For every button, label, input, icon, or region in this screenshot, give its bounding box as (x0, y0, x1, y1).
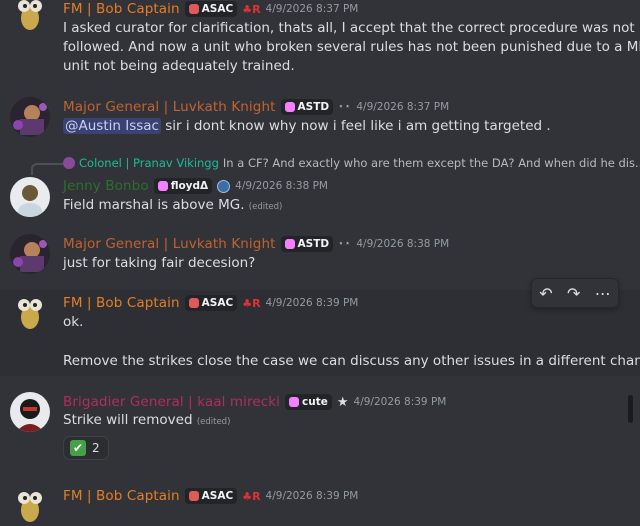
timestamp[interactable]: 4/9/2026 8:37 PM (356, 101, 449, 113)
tag-label: ASAC (201, 490, 234, 502)
tag-label: ASTD (297, 238, 330, 250)
reply-preview[interactable]: Colonel | Pranav Vikingg In a CF? And ex… (63, 156, 640, 170)
avatar[interactable] (10, 177, 50, 217)
more-options-icon[interactable]: ⋯ (595, 284, 611, 303)
message-body: sir i dont know why now i feel like i am… (160, 118, 551, 134)
username[interactable]: Major General | Luvkath Knight (63, 99, 276, 115)
avatar[interactable] (10, 293, 50, 333)
timestamp[interactable]: 4/9/2026 8:39 PM (266, 297, 359, 309)
star-badge: ⋆⋆ (338, 102, 352, 112)
message-line: followed. And now a unit who broken seve… (63, 39, 640, 55)
avatar[interactable] (10, 392, 50, 432)
user-mention[interactable]: @Austin Issac (63, 118, 161, 134)
timestamp[interactable]: 4/9/2026 8:39 PM (354, 396, 447, 408)
username[interactable]: FM | Bob Captain (63, 1, 180, 17)
forward-icon[interactable]: ↷ (567, 284, 580, 303)
avatar[interactable] (10, 486, 50, 526)
reply-avatar-icon (63, 157, 75, 169)
message-line: Remove the strikes close the case we can… (63, 353, 640, 369)
reply-icon[interactable]: ↶ (539, 284, 552, 303)
reply-username[interactable]: Colonel | Pranav Vikingg (79, 156, 219, 170)
reaction-count: 2 (92, 441, 100, 455)
check-mark-icon: ✔ (70, 440, 86, 456)
tag-icon (188, 298, 199, 308)
message-line: I asked curator for clarification, thats… (63, 20, 635, 36)
heart-icon (157, 181, 168, 191)
avatar[interactable] (10, 0, 50, 34)
tag-label: ASAC (201, 3, 234, 15)
timestamp[interactable]: 4/9/2026 8:39 PM (266, 490, 359, 502)
badge: ♣R (242, 296, 261, 310)
timestamp[interactable]: 4/9/2026 8:38 PM (356, 238, 449, 250)
message-text: Field marshal is above MG. (edited) (63, 196, 282, 217)
username[interactable]: FM | Bob Captain (63, 295, 180, 311)
tag-label: ASAC (201, 297, 234, 309)
username[interactable]: FM | Bob Captain (63, 488, 180, 504)
tag-icon (188, 491, 199, 501)
message-line: unit not being adequately trained. (63, 58, 295, 74)
username[interactable]: Major General | Luvkath Knight (63, 236, 276, 252)
heart-icon (289, 397, 300, 407)
role-tag[interactable]: ASTD (280, 99, 334, 115)
heart-icon (284, 239, 295, 249)
message-body: Field marshal is above MG. (63, 197, 245, 213)
star-badge: ⋆⋆ (338, 239, 352, 249)
tag-label: floydΔ (170, 180, 209, 192)
message-text: just for taking fair decesion? (63, 255, 256, 271)
star-icon: ★ (336, 394, 349, 410)
role-tag[interactable]: floydΔ (153, 178, 213, 194)
badge: ♣R (242, 2, 261, 16)
edited-label: (edited) (196, 417, 231, 427)
username[interactable]: Brigadier General | kaal mirecki (63, 394, 280, 410)
tag-label: cute (302, 396, 328, 408)
heart-icon (284, 102, 295, 112)
role-tag[interactable]: ASAC (184, 488, 238, 504)
edited-label: (edited) (248, 202, 283, 212)
clan-icon (217, 179, 231, 193)
reply-text: In a CF? And exactly who are them except… (222, 156, 640, 170)
role-tag[interactable]: ASAC (184, 295, 238, 311)
avatar[interactable] (10, 234, 50, 274)
reaction-chip[interactable]: ✔ 2 (63, 436, 109, 460)
message-action-toolbar: ↶ ↷ ⋯ (531, 278, 619, 308)
message-text: @Austin Issac sir i dont know why now i … (63, 117, 551, 136)
reply-connector (31, 163, 63, 175)
message-body: Strike will removed (63, 412, 193, 428)
message-text: Strike will removed (edited) (63, 411, 230, 432)
timestamp[interactable]: 4/9/2026 8:38 PM (235, 180, 328, 192)
avatar[interactable] (10, 97, 50, 137)
tag-label: ASTD (297, 101, 330, 113)
tag-icon (188, 4, 199, 14)
role-tag[interactable]: ASAC (184, 1, 238, 17)
role-tag[interactable]: ASTD (280, 236, 334, 252)
scrollbar-thumb[interactable] (628, 395, 633, 423)
message-line: ok. (63, 314, 84, 330)
username[interactable]: Jenny Bonbo (63, 178, 149, 194)
timestamp[interactable]: 4/9/2026 8:37 PM (266, 3, 359, 15)
badge: ♣R (242, 489, 261, 503)
role-tag[interactable]: cute (285, 394, 332, 410)
